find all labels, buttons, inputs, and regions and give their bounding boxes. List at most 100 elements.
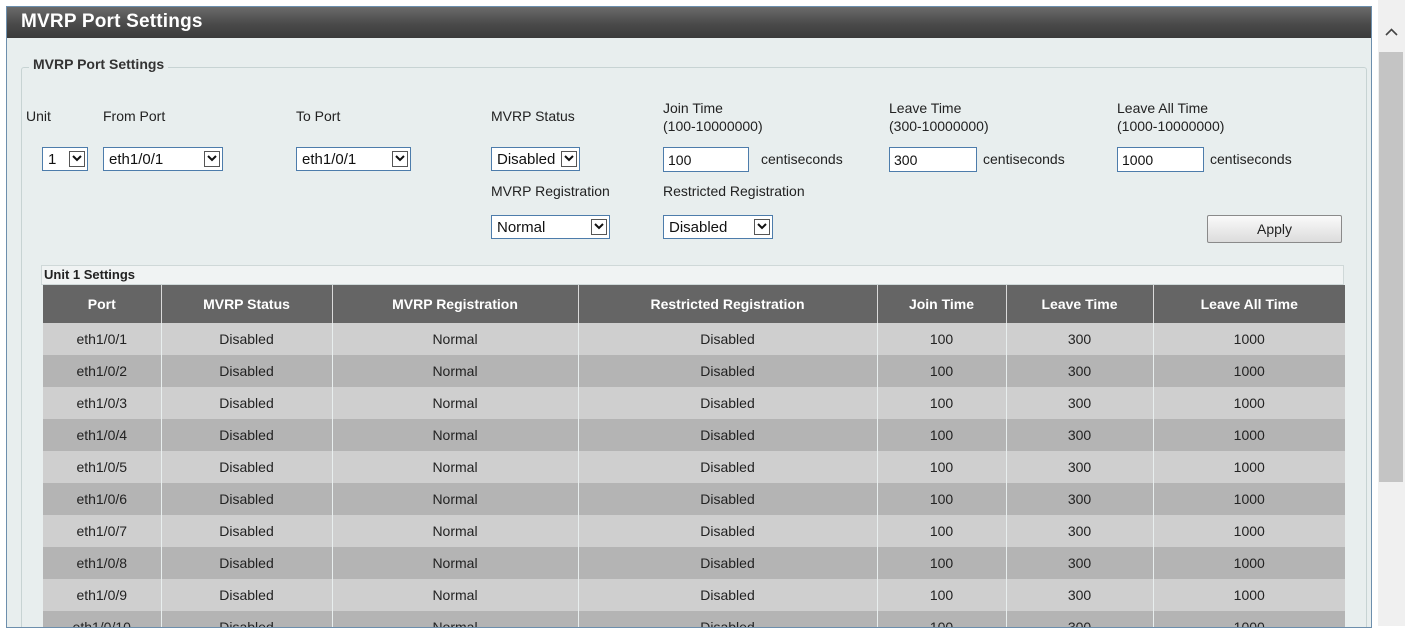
chevron-down-icon <box>69 151 85 167</box>
table-row: eth1/0/8 Disabled Normal Disabled 100 300 1000 <box>43 547 1345 579</box>
cell-mvrp-registration: Normal <box>331 355 578 387</box>
join-time-input[interactable]: 100 <box>663 147 749 172</box>
table-body: eth1/0/1 Disabled Normal Disabled 100 300 1000… <box>43 323 1345 627</box>
cell-leave-all-time: 1000 <box>1152 483 1345 515</box>
column-header-port: Port <box>43 285 161 323</box>
scroll-up-button[interactable] <box>1378 0 1405 48</box>
unit-select[interactable]: 1 <box>42 147 88 171</box>
table-row: eth1/0/3 Disabled Normal Disabled 100 300 1000 <box>43 387 1345 419</box>
table-row: eth1/0/2 Disabled Normal Disabled 100 300 1000 <box>43 355 1345 387</box>
chevron-down-icon <box>204 151 220 167</box>
cell-leave-all-time: 1000 <box>1152 579 1345 611</box>
to-port-select[interactable]: eth1/0/1 <box>296 147 411 171</box>
cell-port: eth1/0/4 <box>43 419 161 451</box>
cell-leave-all-time: 1000 <box>1152 547 1345 579</box>
cell-restricted-registration: Disabled <box>577 323 877 355</box>
table-row: eth1/0/10 Disabled Normal Disabled 100 300 100… <box>43 611 1345 627</box>
cell-leave-time: 300 <box>1005 451 1153 483</box>
cell-leave-time: 300 <box>1005 419 1153 451</box>
cell-restricted-registration: Disabled <box>577 451 877 483</box>
title-bar: MVRP Port Settings <box>7 7 1371 38</box>
cell-port: eth1/0/8 <box>43 547 161 579</box>
fieldset-legend: MVRP Port Settings <box>29 56 169 72</box>
cell-restricted-registration: Disabled <box>577 419 877 451</box>
vertical-scrollbar[interactable] <box>1378 0 1405 626</box>
join-time-label: Join Time <box>663 100 723 116</box>
cell-join-time: 100 <box>876 323 1006 355</box>
cell-join-time: 100 <box>876 579 1006 611</box>
cell-port: eth1/0/10 <box>43 611 161 627</box>
leave-time-label: Leave Time <box>889 100 962 116</box>
cell-leave-all-time: 1000 <box>1152 611 1345 627</box>
cell-mvrp-status: Disabled <box>160 547 332 579</box>
from-port-select[interactable]: eth1/0/1 <box>103 147 223 171</box>
cell-join-time: 100 <box>876 419 1006 451</box>
cell-mvrp-status: Disabled <box>160 419 332 451</box>
cell-restricted-registration: Disabled <box>577 515 877 547</box>
cell-join-time: 100 <box>876 355 1006 387</box>
cell-mvrp-registration: Normal <box>331 387 578 419</box>
cell-mvrp-registration: Normal <box>331 515 578 547</box>
table-row: eth1/0/1 Disabled Normal Disabled 100 300 1000 <box>43 323 1345 355</box>
cell-mvrp-status: Disabled <box>160 579 332 611</box>
cell-join-time: 100 <box>876 611 1006 627</box>
cell-leave-time: 300 <box>1005 323 1153 355</box>
unit-label: Unit <box>26 108 51 124</box>
chevron-down-icon <box>754 219 770 235</box>
leave-time-range: (300-10000000) <box>889 118 989 134</box>
cell-leave-all-time: 1000 <box>1152 355 1345 387</box>
cell-leave-all-time: 1000 <box>1152 515 1345 547</box>
cell-join-time: 100 <box>876 451 1006 483</box>
cell-restricted-registration: Disabled <box>577 547 877 579</box>
cell-leave-all-time: 1000 <box>1152 323 1345 355</box>
cell-port: eth1/0/5 <box>43 451 161 483</box>
cell-restricted-registration: Disabled <box>577 579 877 611</box>
unit-settings-caption: Unit 1 Settings <box>44 267 136 282</box>
join-time-range: (100-10000000) <box>663 118 763 134</box>
cell-port: eth1/0/3 <box>43 387 161 419</box>
cell-mvrp-registration: Normal <box>331 323 578 355</box>
cell-mvrp-status: Disabled <box>160 515 332 547</box>
chevron-down-icon <box>591 219 607 235</box>
cell-join-time: 100 <box>876 547 1006 579</box>
leave-all-time-range: (1000-10000000) <box>1117 118 1225 134</box>
column-header-join-time: Join Time <box>876 285 1006 323</box>
cell-mvrp-registration: Normal <box>331 611 578 627</box>
column-header-mvrp-status: MVRP Status <box>160 285 332 323</box>
cell-restricted-registration: Disabled <box>577 483 877 515</box>
column-header-leave-time: Leave Time <box>1005 285 1153 323</box>
table-row: eth1/0/9 Disabled Normal Disabled 100 300 1000 <box>43 579 1345 611</box>
join-time-unit: centiseconds <box>761 151 843 167</box>
cell-join-time: 100 <box>876 483 1006 515</box>
leave-all-time-input[interactable]: 1000 <box>1117 147 1204 172</box>
cell-port: eth1/0/7 <box>43 515 161 547</box>
restricted-registration-select[interactable]: Disabled <box>663 215 773 239</box>
from-port-select-value: eth1/0/1 <box>109 151 164 168</box>
column-header-leave-all-time: Leave All Time <box>1152 285 1345 323</box>
cell-leave-time: 300 <box>1005 547 1153 579</box>
apply-button[interactable]: Apply <box>1207 215 1342 243</box>
scrollbar-thumb[interactable] <box>1379 52 1403 482</box>
cell-mvrp-status: Disabled <box>160 387 332 419</box>
cell-restricted-registration: Disabled <box>577 387 877 419</box>
unit-settings-header: Unit 1 Settings <box>41 265 1344 285</box>
cell-restricted-registration: Disabled <box>577 355 877 387</box>
cell-leave-all-time: 1000 <box>1152 387 1345 419</box>
mvrp-registration-select[interactable]: Normal <box>491 215 610 239</box>
leave-time-input[interactable]: 300 <box>889 147 977 172</box>
mvrp-status-select[interactable]: Disabled <box>491 147 580 171</box>
cell-port: eth1/0/6 <box>43 483 161 515</box>
cell-mvrp-registration: Normal <box>331 483 578 515</box>
chevron-up-icon <box>1385 28 1398 36</box>
to-port-select-value: eth1/0/1 <box>302 151 357 168</box>
cell-mvrp-registration: Normal <box>331 451 578 483</box>
from-port-label: From Port <box>103 108 166 124</box>
leave-all-time-label: Leave All Time <box>1117 100 1209 116</box>
leave-time-unit: centiseconds <box>983 151 1065 167</box>
leave-all-time-unit: centiseconds <box>1210 151 1292 167</box>
column-header-mvrp-registration: MVRP Registration <box>331 285 578 323</box>
restricted-registration-label: Restricted Registration <box>663 183 805 199</box>
cell-mvrp-registration: Normal <box>331 579 578 611</box>
cell-leave-all-time: 1000 <box>1152 451 1345 483</box>
main-panel: MVRP Port Settings MVRP Port Settings Un… <box>6 6 1372 628</box>
